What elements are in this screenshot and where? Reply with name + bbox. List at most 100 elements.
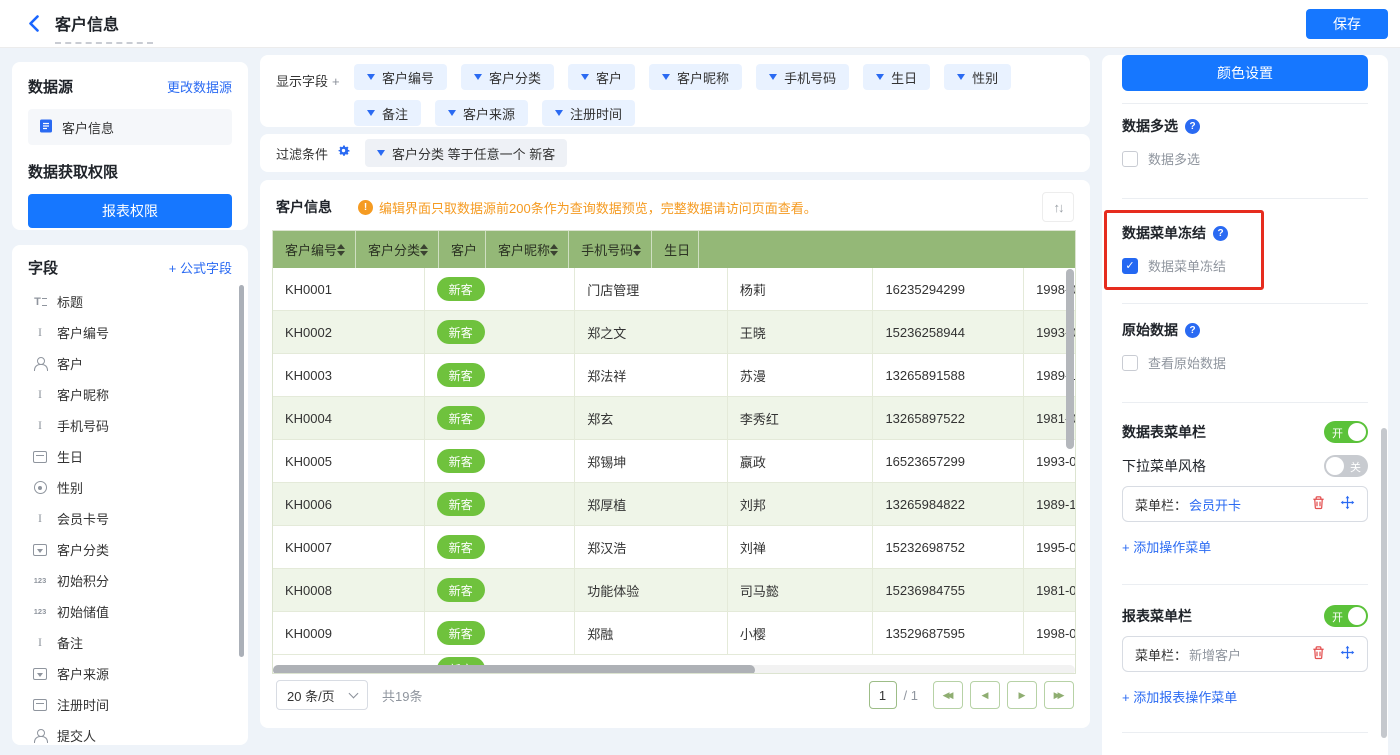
menu-freeze-checkbox-checked[interactable] (1122, 258, 1138, 274)
field-item[interactable]: 初始积分 (28, 565, 232, 596)
table-header-cell[interactable]: 客户昵称 (486, 231, 569, 268)
sort-carets-icon[interactable] (633, 244, 643, 256)
display-field-chip[interactable]: 客户编号 (354, 64, 447, 90)
table-menu-toggle-on[interactable]: 开 (1324, 421, 1368, 443)
sort-carets-icon[interactable] (550, 244, 560, 256)
display-field-chip[interactable]: 客户来源 (435, 100, 528, 126)
drag-move-icon[interactable] (1340, 495, 1355, 513)
topbar: 客户信息 保存 (0, 0, 1400, 48)
field-item[interactable]: 注册时间 (28, 689, 232, 720)
field-item[interactable]: 标题 (28, 286, 232, 317)
help-icon[interactable] (1185, 323, 1200, 338)
field-item[interactable]: 会员卡号 (28, 503, 232, 534)
field-item[interactable]: 备注 (28, 627, 232, 658)
column-label: 客户昵称 (498, 240, 550, 259)
change-datasource-link[interactable]: 更改数据源 (167, 77, 232, 96)
field-item[interactable]: 手机号码 (28, 410, 232, 441)
table-row: KH0001 新客 门店管理 杨莉 16235294299 1998-05 (273, 268, 1075, 311)
field-item[interactable]: 提交人 (28, 720, 232, 745)
datasource-card: 数据源 更改数据源 客户信息 数据获取权限 报表权限 (12, 62, 248, 230)
settings-scrollbar-thumb[interactable] (1381, 428, 1387, 738)
color-settings-button[interactable]: 颜色设置 (1122, 55, 1368, 91)
display-field-chip[interactable]: 客户昵称 (649, 64, 742, 90)
display-field-chip[interactable]: 客户分类 (461, 64, 554, 90)
table-header-cell[interactable]: 客户 (439, 231, 486, 268)
menu-item-name[interactable]: 会员开卡 (1189, 495, 1241, 514)
back-icon[interactable] (28, 15, 39, 32)
category-badge: 新客 (437, 277, 485, 301)
field-item[interactable]: 初始储值 (28, 596, 232, 627)
field-item[interactable]: 客户来源 (28, 658, 232, 689)
vertical-scrollbar-thumb[interactable] (1066, 269, 1074, 449)
toggle-knob (1326, 457, 1344, 475)
add-report-action-menu-link[interactable]: + 添加报表操作菜单 (1122, 687, 1368, 706)
delete-icon[interactable] (1311, 495, 1326, 513)
horizontal-scrollbar-thumb[interactable] (273, 665, 755, 674)
menu-item-name[interactable]: 新增客户 (1189, 645, 1241, 664)
table-row: KH0003 新客 郑法祥 苏漫 13265891588 1989-11 (273, 354, 1075, 397)
table-header-cell[interactable]: 生日 (652, 231, 699, 268)
menu-freeze-label: 数据菜单冻结 (1148, 256, 1226, 275)
cell-nickname: 嬴政 (728, 440, 874, 482)
table-header-cell[interactable]: 客户分类 (356, 231, 439, 268)
filter-settings-icon[interactable] (336, 143, 351, 163)
horizontal-scrollbar-track[interactable] (273, 665, 1075, 674)
next-page-button[interactable]: ▶ (1007, 681, 1037, 709)
display-field-chip[interactable]: 备注 (354, 100, 421, 126)
field-item[interactable]: 客户 (28, 348, 232, 379)
add-action-menu-link[interactable]: + 添加操作菜单 (1122, 537, 1368, 556)
help-icon[interactable] (1213, 226, 1228, 241)
category-badge: 新客 (437, 406, 485, 430)
display-field-chip[interactable]: 客户 (568, 64, 635, 90)
cell-phone: 13265984822 (873, 483, 1024, 525)
field-item-label: 客户编号 (57, 323, 109, 342)
table-header-cell[interactable]: 客户编号 (273, 231, 356, 268)
raw-data-checkbox[interactable] (1122, 355, 1138, 371)
field-item[interactable]: 客户分类 (28, 534, 232, 565)
cell-customer: 郑锡坤 (575, 440, 728, 482)
sort-carets-icon[interactable] (337, 244, 347, 256)
field-item-label: 备注 (57, 633, 83, 652)
delete-icon[interactable] (1311, 645, 1326, 663)
last-page-button[interactable]: ▶▶ (1044, 681, 1074, 709)
field-item[interactable]: 性别 (28, 472, 232, 503)
field-type-icon (32, 418, 48, 434)
cell-nickname: 小樱 (728, 612, 874, 654)
dropdown-style-toggle-off[interactable]: 关 (1324, 455, 1368, 477)
report-menu-toggle-on[interactable]: 开 (1324, 605, 1368, 627)
help-icon[interactable] (1185, 119, 1200, 134)
display-field-chip[interactable]: 注册时间 (542, 100, 635, 126)
drag-move-icon[interactable] (1340, 645, 1355, 663)
multi-select-checkbox[interactable] (1122, 151, 1138, 167)
sort-carets-icon[interactable] (420, 244, 430, 256)
chevron-down-icon (876, 74, 884, 80)
cell-customer: 郑玄 (575, 397, 728, 439)
save-button[interactable]: 保存 (1306, 9, 1388, 39)
display-field-chip[interactable]: 性别 (944, 64, 1011, 90)
first-page-button[interactable]: ◀◀ (933, 681, 963, 709)
table-menu-item[interactable]: 菜单栏： 会员开卡 (1122, 486, 1368, 522)
datasource-title: 数据源 (28, 76, 73, 97)
field-item[interactable]: 客户昵称 (28, 379, 232, 410)
field-item-label: 提交人 (57, 726, 96, 745)
add-display-field-icon[interactable]: + (332, 74, 340, 89)
fields-scrollbar[interactable] (239, 285, 244, 657)
report-menu-row: 报表菜单栏 开 (1122, 605, 1368, 627)
cell-customer: 门店管理 (575, 268, 728, 310)
page-size-select[interactable]: 20 条/页 (276, 680, 368, 710)
field-item[interactable]: 生日 (28, 441, 232, 472)
divider (1122, 584, 1368, 585)
field-item[interactable]: 客户编号 (28, 317, 232, 348)
table-header-cell[interactable]: 手机号码 (569, 231, 652, 268)
display-field-chip[interactable]: 生日 (863, 64, 930, 90)
add-formula-field-link[interactable]: + 公式字段 (169, 258, 232, 277)
datasource-item[interactable]: 客户信息 (28, 109, 232, 145)
display-field-chip[interactable]: 手机号码 (756, 64, 849, 90)
report-menu-item[interactable]: 菜单栏： 新增客户 (1122, 636, 1368, 672)
table-sort-icon-button[interactable]: ↑↓ (1042, 192, 1074, 222)
filter-condition-chip[interactable]: 客户分类 等于任意一个 新客 (365, 139, 567, 167)
current-page-box[interactable]: 1 (869, 681, 897, 709)
report-permission-button[interactable]: 报表权限 (28, 194, 232, 228)
cell-category: 新客 (425, 612, 576, 654)
prev-page-button[interactable]: ◀ (970, 681, 1000, 709)
